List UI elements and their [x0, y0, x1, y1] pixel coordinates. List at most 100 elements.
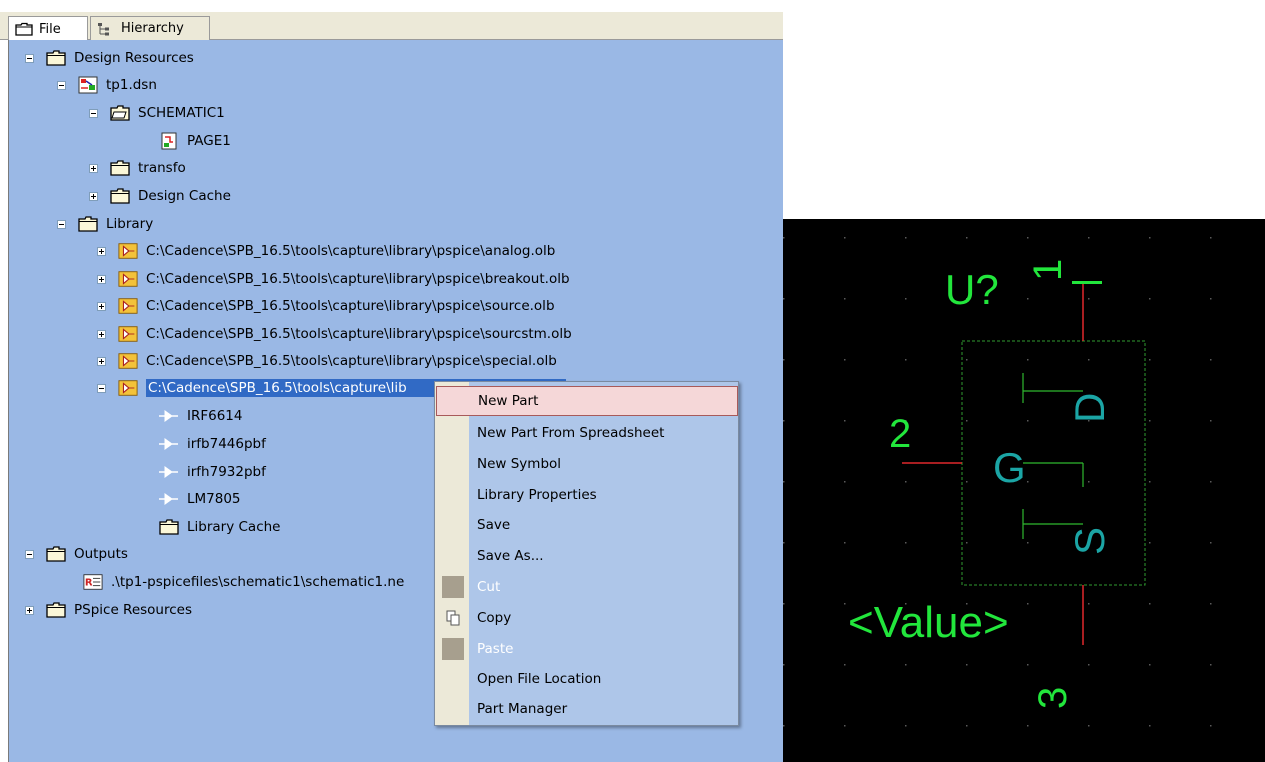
tree-label: .\tp1-pspicefiles\schematic1\schematic1.… [111, 574, 405, 590]
collapse-toggle[interactable] [89, 108, 98, 118]
tree-item-part[interactable]: LM7805 [159, 487, 241, 511]
grid-dot [1149, 298, 1151, 300]
grid-dot [844, 481, 846, 483]
grid-dot [1210, 603, 1212, 605]
grid-dot [966, 725, 968, 727]
grid-dot [1149, 603, 1151, 605]
expand-toggle[interactable] [97, 274, 106, 284]
grid-dot [966, 664, 968, 666]
pin-1-dash [1072, 281, 1102, 284]
tree-item-outputs[interactable]: Outputs [25, 542, 128, 566]
grid-dot [844, 298, 846, 300]
grid-dot [1027, 420, 1029, 422]
symbol-editor-canvas[interactable]: U? 1 2 <Value> 3 D G S [783, 219, 1265, 762]
menu-item-label: Open File Location [477, 671, 602, 687]
tree-item-library-file[interactable]: C:\Cadence\SPB_16.5\tools\capture\librar… [97, 267, 570, 291]
menu-item-open-file-location[interactable]: Open File Location [436, 664, 738, 694]
tree-label: irfh7932pbf [187, 464, 266, 480]
tree-label: C:\Cadence\SPB_16.5\tools\capture\librar… [146, 353, 557, 369]
collapse-toggle[interactable] [25, 53, 34, 63]
tree-item-library-file[interactable]: C:\Cadence\SPB_16.5\tools\capture\librar… [97, 322, 572, 346]
tree-item-library-file[interactable]: C:\Cadence\SPB_16.5\tools\capture\librar… [97, 294, 555, 318]
expand-toggle[interactable] [97, 246, 106, 256]
tree-item-transfo[interactable]: transfo [89, 156, 186, 180]
menu-item-save-as[interactable]: Save As... [436, 541, 738, 571]
menu-item-label: Library Properties [477, 487, 597, 503]
tree-item-library[interactable]: Library [57, 212, 153, 236]
grid-dot [1149, 542, 1151, 544]
folder-icon [46, 49, 66, 67]
grid-dot [783, 237, 785, 239]
tree-item-pspice-resources[interactable]: PSpice Resources [25, 598, 192, 622]
collapse-toggle[interactable] [25, 549, 34, 559]
reference-designator[interactable]: U? [945, 269, 999, 311]
grid-dot [1210, 725, 1212, 727]
grid-dot [1027, 237, 1029, 239]
grid-dot [1088, 237, 1090, 239]
menu-item-new-part-from-spreadsheet[interactable]: New Part From Spreadsheet [436, 418, 738, 448]
grid-dot [1149, 664, 1151, 666]
grid-dot [905, 542, 907, 544]
expand-toggle[interactable] [89, 163, 98, 173]
expand-toggle[interactable] [97, 356, 106, 366]
menu-item-part-manager[interactable]: Part Manager [436, 694, 738, 724]
grid-dot [905, 359, 907, 361]
tree-item-library-file[interactable]: C:\Cadence\SPB_16.5\tools\capture\librar… [97, 239, 555, 263]
hierarchy-icon [98, 22, 109, 35]
grid-dot [783, 542, 785, 544]
tree-label: LM7805 [187, 491, 241, 507]
tab-file[interactable]: File [8, 16, 88, 41]
grid-dot [783, 298, 785, 300]
value-label[interactable]: <Value> [848, 601, 1009, 645]
folder-icon [78, 215, 98, 233]
folder-icon [159, 518, 179, 536]
folder-icon [46, 601, 66, 619]
grid-dot [1088, 664, 1090, 666]
tree-item-part[interactable]: IRF6614 [159, 404, 242, 428]
expand-toggle[interactable] [97, 329, 106, 339]
grid-dot [905, 481, 907, 483]
menu-item-library-properties[interactable]: Library Properties [436, 480, 738, 510]
drain-pin-name: D [1066, 392, 1113, 423]
grid-dot [966, 481, 968, 483]
tree-item-part[interactable]: irfb7446pbf [159, 432, 266, 456]
pin-2-number: 2 [889, 412, 912, 456]
folder-icon [110, 159, 130, 177]
tab-file-label: File [39, 21, 61, 37]
grid-dot [905, 237, 907, 239]
collapse-toggle[interactable] [57, 219, 66, 229]
library-file-icon [118, 270, 138, 288]
collapse-toggle[interactable] [57, 80, 66, 90]
grid-dot [1210, 420, 1212, 422]
grid-dot [1027, 664, 1029, 666]
tree-item-part[interactable]: irfh7932pbf [159, 460, 266, 484]
menu-item-new-symbol[interactable]: New Symbol [436, 449, 738, 479]
pin-1-number: 1 [1026, 258, 1070, 281]
tree-item-netlist[interactable]: R .\tp1-pspicefiles\schematic1\schematic… [83, 570, 404, 594]
library-file-icon [118, 297, 138, 315]
expand-toggle[interactable] [25, 605, 34, 615]
tree-item-design-resources[interactable]: Design Resources [25, 46, 194, 70]
grid-dot [966, 237, 968, 239]
menu-item-copy[interactable]: Copy [436, 603, 738, 633]
menu-item-cut: Cut [436, 572, 738, 602]
collapse-toggle[interactable] [97, 383, 106, 393]
grid-dot [966, 420, 968, 422]
tree-item-design-cache[interactable]: Design Cache [89, 184, 231, 208]
menu-item-label: Copy [477, 610, 512, 626]
expand-toggle[interactable] [89, 191, 98, 201]
tree-item-library-cache[interactable]: Library Cache [159, 515, 280, 539]
tree-item-dsn[interactable]: tp1.dsn [57, 73, 157, 97]
expand-toggle[interactable] [97, 301, 106, 311]
tree-item-page[interactable]: PAGE1 [159, 129, 231, 153]
grid-dot [1027, 359, 1029, 361]
grid-dot [1210, 359, 1212, 361]
tree-item-schematic[interactable]: SCHEMATIC1 [89, 101, 225, 125]
grid-dot [905, 664, 907, 666]
tree-item-library-file[interactable]: C:\Cadence\SPB_16.5\tools\capture\librar… [97, 349, 557, 373]
tab-hierarchy[interactable]: Hierarchy [90, 16, 210, 40]
menu-item-new-part[interactable]: New Part [436, 386, 738, 416]
menu-item-label: Save [477, 517, 511, 533]
grid-dot [783, 664, 785, 666]
menu-item-save[interactable]: Save [436, 510, 738, 540]
